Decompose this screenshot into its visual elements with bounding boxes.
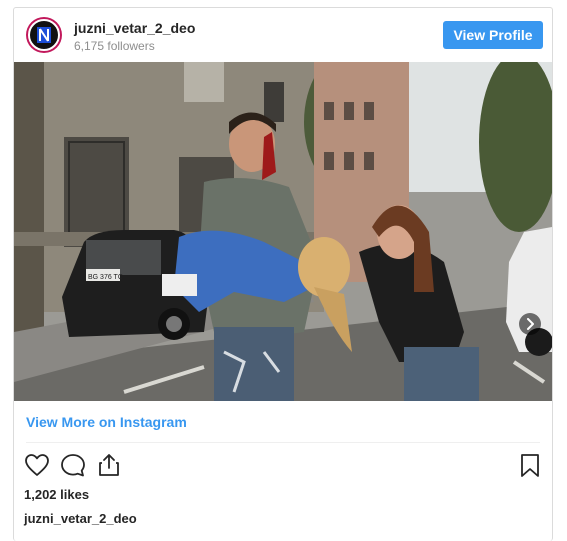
instagram-embed-card: juzni_vetar_2_deo 6,175 followers View P… [13,7,553,541]
follower-count: 6,175 followers [74,39,155,53]
post-actions [14,451,552,481]
comment-bubble-icon [61,454,85,477]
post-header: juzni_vetar_2_deo 6,175 followers View P… [14,8,552,62]
like-button[interactable] [24,453,50,482]
post-photo[interactable]: BG 376 TC [14,62,552,401]
comment-button[interactable] [60,453,86,482]
view-profile-button[interactable]: View Profile [443,21,543,49]
share-button[interactable] [96,452,122,482]
view-more-on-instagram-link[interactable]: View More on Instagram [26,414,187,430]
profile-username[interactable]: juzni_vetar_2_deo [74,20,195,36]
bookmark-icon [521,454,539,477]
license-plate: BG 376 TC [88,274,123,281]
avatar[interactable] [26,17,62,53]
caption-username[interactable]: juzni_vetar_2_deo [24,511,137,526]
next-photo-button[interactable] [519,313,541,335]
save-button[interactable] [519,453,541,484]
share-upload-icon [99,454,119,476]
likes-count: 1,202 likes [24,487,90,502]
street-scene-image: BG 376 TC [14,62,552,401]
chevron-right-icon [527,318,534,330]
avatar-image [28,19,60,51]
heart-outline-icon [25,454,49,476]
divider [26,442,540,443]
